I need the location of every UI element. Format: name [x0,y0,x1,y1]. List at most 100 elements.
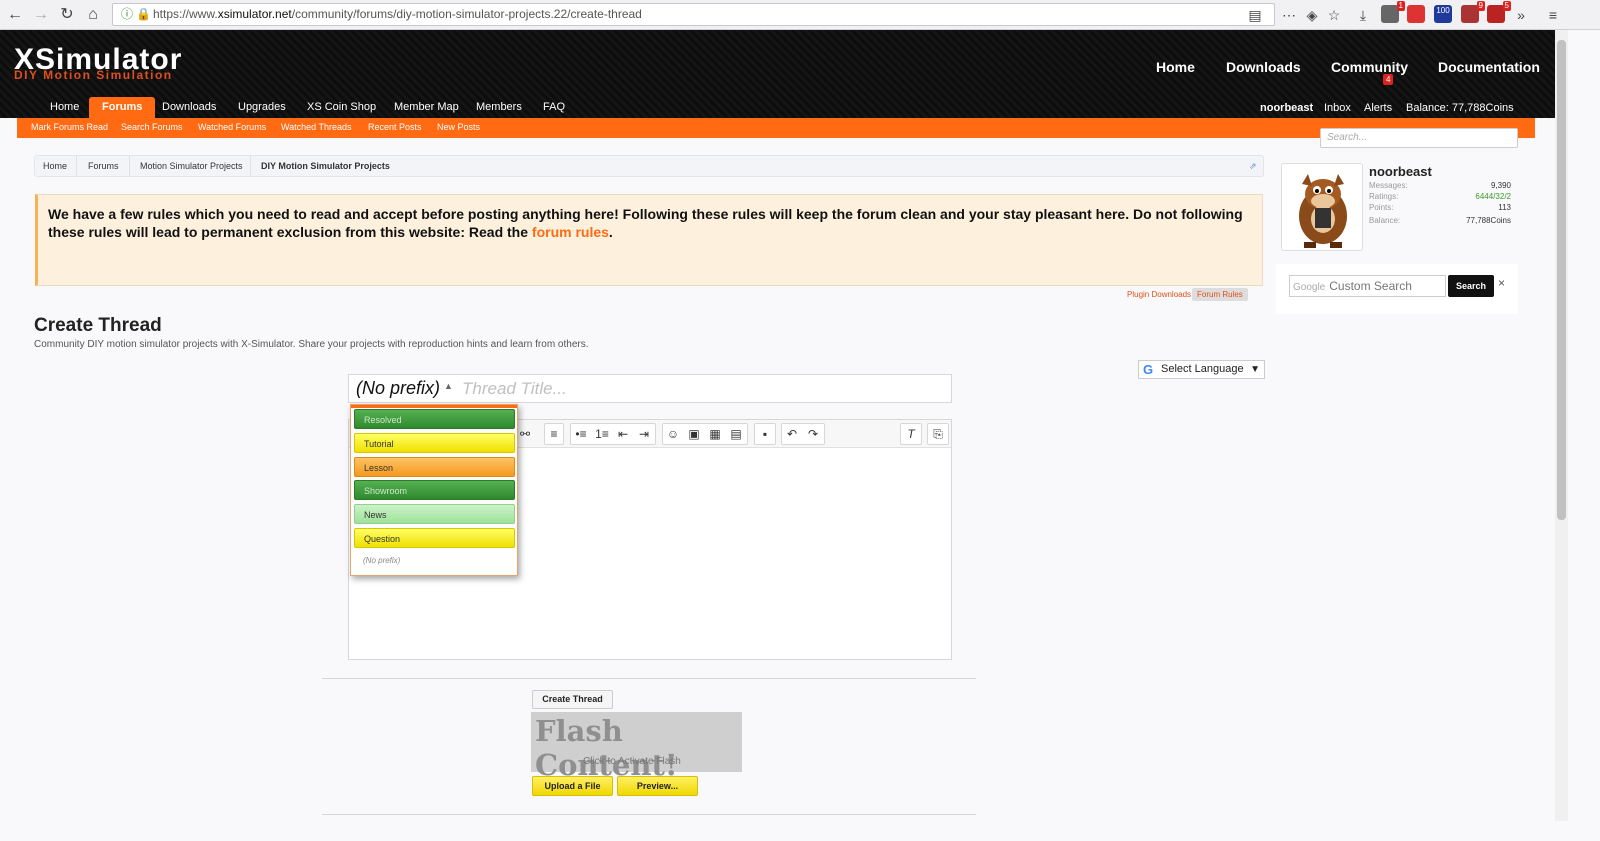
plugin-downloads-link[interactable]: Plugin Downloads [1127,290,1191,299]
bullet-list-icon[interactable]: •≡ [571,424,591,444]
media-icon[interactable]: ▦ [705,424,725,444]
google-icon: G [1143,362,1154,377]
breadcrumb-home[interactable]: Home [43,161,67,171]
mark-forums-read-link[interactable]: Mark Forums Read [31,122,108,132]
bookmark-star-icon[interactable]: ☆ [1324,5,1344,25]
save-icon[interactable]: ▪ [755,424,775,444]
extension-icon[interactable]: 9 [1461,1,1485,23]
user-card-name[interactable]: noorbeast [1369,164,1432,179]
forum-rules-link[interactable]: forum rules [532,224,609,240]
extension-icon[interactable]: 5 [1487,1,1511,23]
site-search-input[interactable]: Search... [1320,128,1518,148]
extension-icon[interactable]: 100 [1434,5,1452,23]
forum-rules-tab[interactable]: Forum Rules [1192,288,1248,301]
topnav-downloads[interactable]: Downloads [1226,59,1301,75]
inbox-link[interactable]: Inbox [1324,98,1351,118]
google-search-input[interactable]: Google Custom Search [1289,275,1446,297]
site-logo-tagline: DIY Motion Simulation [14,68,173,82]
google-search-button[interactable]: Search [1448,275,1494,297]
home-icon[interactable]: ⌂ [83,5,103,25]
watched-threads-link[interactable]: Watched Threads [281,122,352,132]
language-select[interactable]: G Select Language ▼ [1138,360,1265,379]
clear-format-icon[interactable]: T [901,424,921,444]
extension-icon[interactable]: 1 [1381,1,1405,23]
pocket-icon[interactable]: ◈ [1302,5,1322,25]
breadcrumb-motion-simulator-projects[interactable]: Motion Simulator Projects [140,161,243,171]
align-icon[interactable]: ≡ [544,424,564,444]
alerts-count-badge: 4 [1383,74,1394,85]
scrollbar-thumb[interactable] [1557,40,1566,520]
chevron-down-icon: ▼ [1250,364,1260,375]
page-scrollbar[interactable] [1555,30,1568,821]
watched-forums-link[interactable]: Watched Forums [198,122,266,132]
nav-member-map[interactable]: Member Map [394,97,459,118]
thread-title-bar: (No prefix) ▲ Thread Title... [348,374,952,403]
divider [322,814,976,815]
nav-home[interactable]: Home [50,97,79,118]
prefix-dropdown: Resolved Tutorial Lesson Showroom News Q… [350,404,518,576]
thread-title-input[interactable]: Thread Title... [462,379,567,399]
topnav-community[interactable]: Community [1331,59,1408,75]
undo-icon[interactable]: ↶ [782,424,802,444]
prefix-option-tutorial[interactable]: Tutorial [354,433,515,453]
redo-icon[interactable]: ↷ [803,424,823,444]
new-posts-link[interactable]: New Posts [437,122,480,132]
google-custom-search: Google Custom Search Search × [1276,264,1518,314]
image-icon[interactable]: ▣ [684,424,704,444]
prefix-option-none[interactable]: (No prefix) [354,551,515,571]
toggle-source-icon[interactable]: ⎘ [928,424,948,444]
reload-icon[interactable]: ↻ [57,5,77,25]
stat-ratings: Ratings: 6444/32/2 [1369,192,1511,201]
more-icon[interactable]: ⋯ [1279,5,1299,25]
download-icon[interactable]: ⤓ [1353,5,1373,25]
preview-button[interactable]: Preview... [617,776,698,796]
prefix-option-question[interactable]: Question [354,528,515,548]
search-forums-link[interactable]: Search Forums [121,122,183,132]
nav-faq[interactable]: FAQ [543,97,565,118]
forward-icon[interactable]: → [31,5,51,25]
chevron-up-icon[interactable]: ▲ [444,381,453,391]
prefix-option-news[interactable]: News [354,504,515,524]
recent-posts-link[interactable]: Recent Posts [368,122,422,132]
reader-view-icon[interactable]: ▤ [1245,5,1265,25]
close-icon[interactable]: × [1498,276,1505,290]
nav-members[interactable]: Members [476,97,522,118]
forum-subnav: Mark Forums Read Search Forums Watched F… [17,118,1535,138]
address-bar[interactable]: ⓘ 🔒 https://www.xsimulator.net/community… [112,3,1275,26]
overflow-icon[interactable]: » [1511,5,1531,25]
insert-icon[interactable]: ▤ [726,424,746,444]
menu-icon[interactable]: ≡ [1543,5,1563,25]
page-title: Create Thread [34,315,162,336]
breadcrumb-current[interactable]: DIY Motion Simulator Projects [261,161,390,171]
unlink-icon[interactable]: ⚯ [515,424,535,444]
topnav-documentation[interactable]: Documentation [1438,59,1540,75]
breadcrumb-forums[interactable]: Forums [88,161,119,171]
page-description: Community DIY motion simulator projects … [34,339,589,350]
create-thread-button[interactable]: Create Thread [532,690,613,709]
smiley-icon[interactable]: ☺ [663,424,683,444]
avatar[interactable] [1281,163,1363,251]
nav-downloads[interactable]: Downloads [162,97,216,118]
back-icon[interactable]: ← [5,5,25,25]
external-link-icon[interactable]: ⇗ [1249,161,1257,172]
alerts-link[interactable]: Alerts [1364,98,1392,118]
prefix-option-showroom[interactable]: Showroom [354,480,515,500]
balance-link[interactable]: Balance: 77,788Coins [1406,98,1514,118]
indent-icon[interactable]: ⇥ [634,424,654,444]
topnav-home[interactable]: Home [1156,59,1195,75]
nav-xs-coin-shop[interactable]: XS Coin Shop [307,97,376,118]
stat-balance: Balance: 77,788Coins [1369,216,1511,225]
stat-messages: Messages: 9,390 [1369,181,1511,190]
upload-file-button[interactable]: Upload a File [532,776,613,796]
user-menu[interactable]: noorbeast [1260,98,1313,118]
numbered-list-icon[interactable]: 1≡ [592,424,612,444]
extension-icon[interactable] [1407,5,1425,23]
flash-placeholder[interactable]: Flash Content! Click to Activate Flash [531,712,742,782]
nav-upgrades[interactable]: Upgrades [238,97,286,118]
outdent-icon[interactable]: ⇤ [613,424,633,444]
nav-forums[interactable]: Forums [89,97,156,118]
prefix-option-resolved[interactable]: Resolved [354,409,515,429]
prefix-option-lesson[interactable]: Lesson [354,457,515,477]
prefix-selector[interactable]: (No prefix) [356,378,440,399]
user-card: noorbeast Messages: 9,390 Ratings: 6444/32… [1277,155,1518,251]
